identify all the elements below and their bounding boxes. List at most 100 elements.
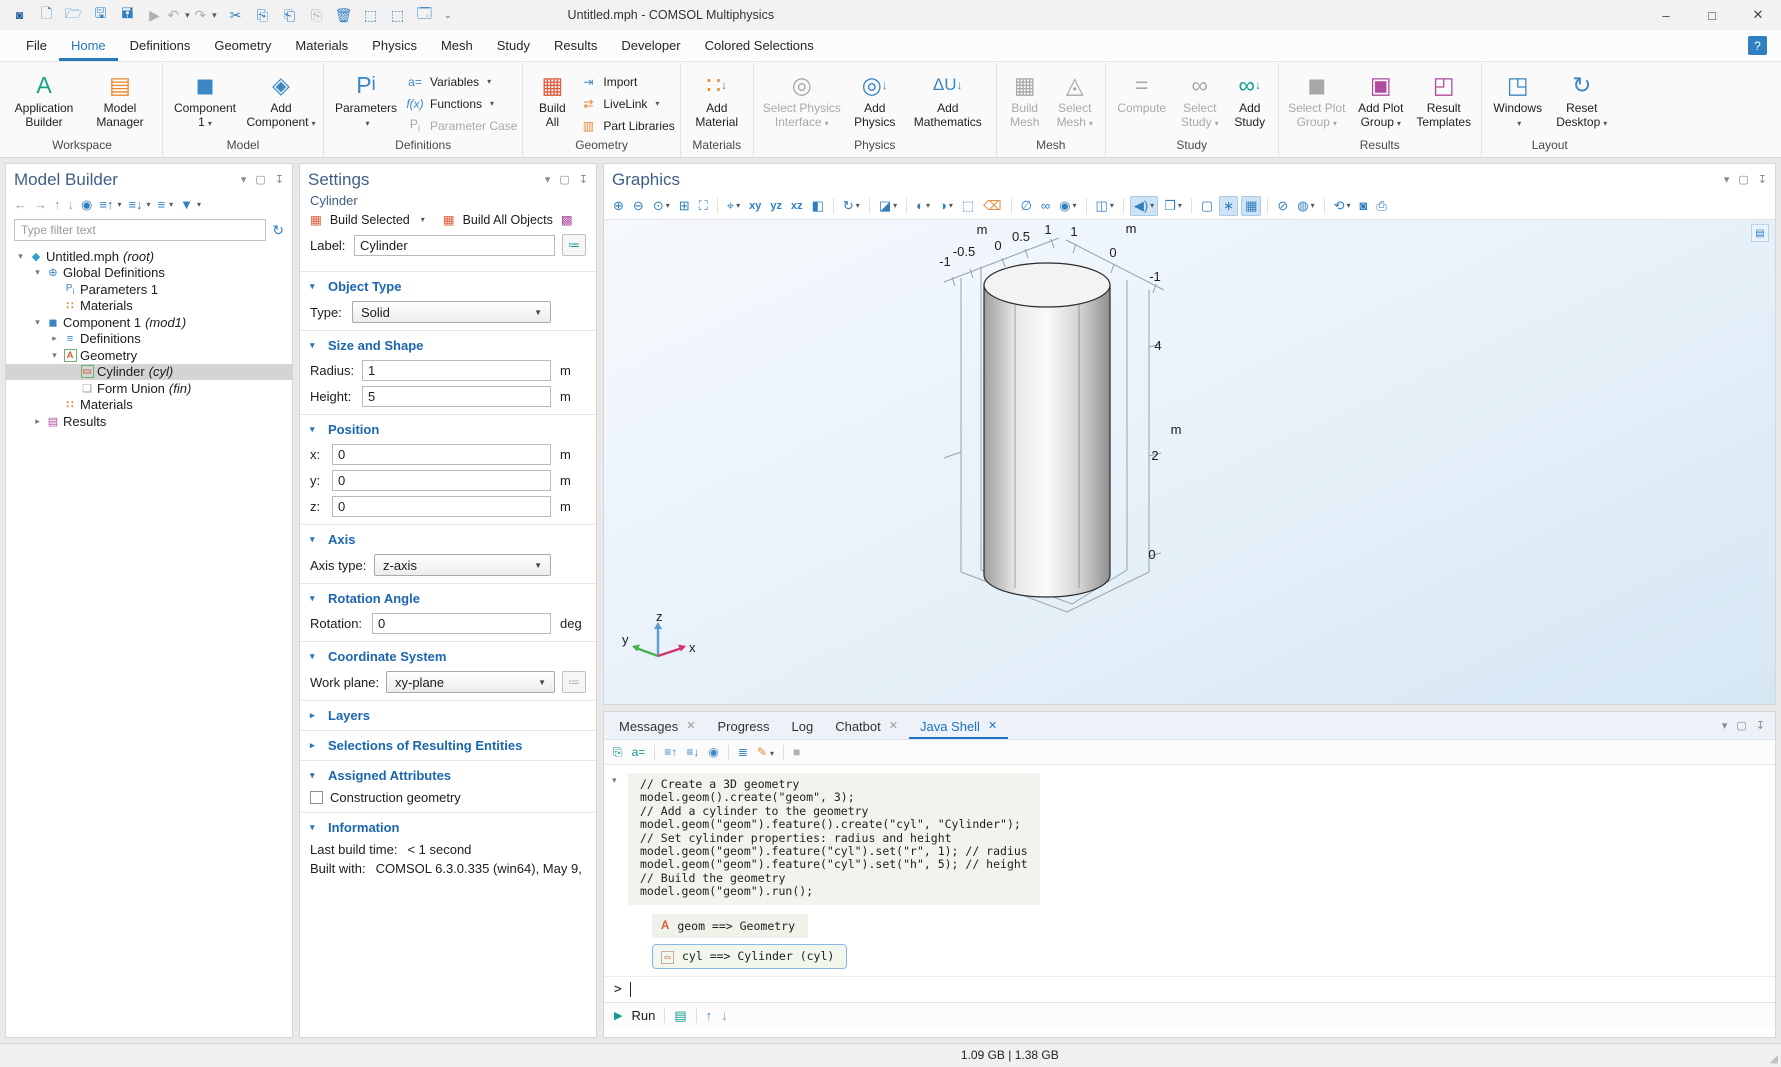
deselect-icon[interactable]: ⌫	[980, 197, 1004, 215]
find-icon[interactable]: 🗔	[411, 2, 438, 28]
part-libraries-button[interactable]: ▥ Part Libraries	[578, 116, 674, 135]
menu-developer[interactable]: Developer	[609, 30, 692, 61]
minimize-button[interactable]: –	[1643, 0, 1689, 30]
close-tab-icon[interactable]: ✕	[988, 719, 997, 739]
result-templates-button[interactable]: ◰ ResultTemplates	[1412, 68, 1476, 129]
sound-feedback-icon[interactable]: ◀)▾	[1130, 196, 1158, 216]
import-declarations-icon[interactable]: ⎘	[613, 745, 623, 760]
section-object-type[interactable]: ▾Object Type	[310, 279, 586, 294]
clipping-icon[interactable]: ◫▾	[1093, 197, 1117, 215]
tree-filter-input[interactable]	[14, 219, 266, 241]
zoom-in-icon[interactable]: ⊕	[610, 197, 627, 215]
tree-item-component-1[interactable]: ▾◼ Component 1(mod1)	[6, 314, 292, 331]
parameters-button[interactable]: Pi Parameters▾	[329, 68, 403, 131]
build-preview-icon[interactable]: ▩	[561, 212, 573, 227]
panel-menu-icon[interactable]: ▾	[1722, 719, 1728, 732]
output-geom[interactable]: A geom ==> Geometry	[652, 914, 808, 938]
x-input[interactable]	[332, 444, 551, 465]
y-input[interactable]	[332, 470, 551, 491]
shell-prompt[interactable]: >	[604, 976, 1775, 1002]
type-dropdown[interactable]: Solid▼	[352, 301, 551, 323]
refresh-icon[interactable]: ↻	[272, 222, 284, 239]
tree-item-root[interactable]: ▾◆ Untitled.mph(root)	[6, 248, 292, 265]
section-information[interactable]: ▾Information	[310, 820, 586, 835]
float-panel-icon[interactable]: ▢	[1736, 719, 1746, 732]
tree-item-global-definitions[interactable]: ▾⊕ Global Definitions	[6, 265, 292, 282]
show-selection-colors-icon[interactable]: ⊘	[1274, 197, 1291, 215]
radius-input[interactable]	[362, 360, 551, 381]
undo-icon[interactable]: ↶▾	[168, 2, 195, 28]
print-icon[interactable]: ⎙	[1373, 197, 1389, 215]
rename-icon[interactable]: ≔	[562, 234, 586, 256]
select-frame-icon[interactable]: ⬚	[357, 2, 384, 28]
transparency-icon[interactable]: ◪▾	[876, 197, 900, 215]
move-up-icon[interactable]: ↑	[54, 197, 61, 212]
code-block[interactable]: // Create a 3D geometrymodel.geom().crea…	[628, 773, 1040, 905]
functions-button[interactable]: f(x) Functions▾	[405, 94, 517, 113]
pin-panel-icon[interactable]: ↧	[579, 173, 588, 186]
environment-reflections-icon[interactable]: ◑▾	[936, 197, 956, 214]
section-axis[interactable]: ▾Axis	[310, 532, 586, 547]
hide-objects-icon[interactable]: ∅	[1018, 197, 1035, 215]
menu-results[interactable]: Results	[542, 30, 609, 61]
tree-item-results[interactable]: ▸▤ Results	[6, 413, 292, 430]
tab-java-shell[interactable]: Java Shell✕	[909, 712, 1008, 739]
tab-progress[interactable]: Progress	[706, 712, 780, 739]
paste-insert-icon[interactable]: ⎘	[303, 2, 330, 28]
format-icon[interactable]: ≣	[738, 745, 748, 759]
clear-selection-icon[interactable]: ⬚	[384, 2, 411, 28]
go-to-view-icon[interactable]: ⌖▾	[724, 197, 743, 215]
axis-type-dropdown[interactable]: z-axis▼	[374, 554, 551, 576]
history-up-icon[interactable]: ↑	[706, 1008, 713, 1023]
zoom-out-icon[interactable]: ⊖	[630, 197, 647, 215]
menu-home[interactable]: Home	[59, 30, 118, 61]
menu-mesh[interactable]: Mesh	[429, 30, 485, 61]
forward-icon[interactable]: →	[34, 197, 47, 212]
label-input[interactable]	[354, 235, 555, 256]
synchronize-icon[interactable]: ⟲▾	[1331, 197, 1354, 215]
stop-icon[interactable]: ■	[793, 745, 800, 759]
section-size-shape[interactable]: ▾Size and Shape	[310, 338, 586, 353]
section-assigned-attributes[interactable]: ▾Assigned Attributes	[310, 768, 586, 783]
menu-definitions[interactable]: Definitions	[118, 30, 203, 61]
show-icon[interactable]: ◉	[81, 197, 92, 213]
appearance-icon[interactable]: ❐▾	[1161, 197, 1185, 215]
add-plot-group-button[interactable]: ▣ Add PlotGroup▾	[1352, 68, 1410, 131]
rotate-icon[interactable]: ↻▾	[840, 197, 863, 215]
move-down-icon[interactable]: ↓	[68, 197, 75, 212]
menu-materials[interactable]: Materials	[283, 30, 360, 61]
rotation-input[interactable]	[372, 613, 551, 634]
close-tab-icon[interactable]: ✕	[686, 719, 695, 739]
filter-icon[interactable]: ▼	[180, 197, 193, 212]
add-material-button[interactable]: ∷↓ AddMaterial	[686, 68, 748, 129]
tab-messages[interactable]: Messages✕	[608, 712, 706, 739]
model-manager-button[interactable]: ▤ ModelManager	[83, 68, 157, 129]
menu-colored-selections[interactable]: Colored Selections	[693, 30, 826, 61]
view-hidden-icon[interactable]: ∞	[1038, 197, 1053, 214]
tree-item-materials-global[interactable]: ∷ Materials	[6, 298, 292, 315]
paste-icon[interactable]: ⎗	[276, 2, 303, 28]
add-component-button[interactable]: ◈ AddComponent▾	[244, 68, 318, 131]
close-tab-icon[interactable]: ✕	[889, 719, 898, 739]
section-position[interactable]: ▾Position	[310, 422, 586, 437]
pin-panel-icon[interactable]: ↧	[1758, 173, 1767, 186]
view-xy-icon[interactable]: xy	[746, 199, 764, 213]
tab-log[interactable]: Log	[781, 712, 825, 739]
run-icon[interactable]: ▶	[141, 2, 168, 28]
color-palette-icon[interactable]: ◍▾	[1294, 197, 1317, 215]
tree-item-geometry[interactable]: ▾A Geometry	[6, 347, 292, 364]
import-button[interactable]: ⇥ Import	[578, 72, 674, 91]
expand-down-icon[interactable]: ≡↓	[128, 197, 142, 212]
section-coordinate-system[interactable]: ▾Coordinate System	[310, 649, 586, 664]
expand-up-icon[interactable]: ≡↑	[99, 197, 113, 212]
move-up-icon[interactable]: ≡↑	[664, 745, 677, 759]
float-panel-icon[interactable]: ▢	[559, 173, 569, 186]
tab-chatbot[interactable]: Chatbot✕	[824, 712, 909, 739]
model-tree-nodes-icon[interactable]: ≡	[158, 197, 166, 212]
menu-geometry[interactable]: Geometry	[202, 30, 283, 61]
z-input[interactable]	[332, 496, 551, 517]
clear-icon[interactable]: ✎▾	[757, 745, 774, 759]
component-1-button[interactable]: ◼ Component1▾	[168, 68, 242, 131]
center-view-icon[interactable]: ⊞	[676, 197, 693, 215]
history-down-icon[interactable]: ↓	[721, 1008, 728, 1023]
